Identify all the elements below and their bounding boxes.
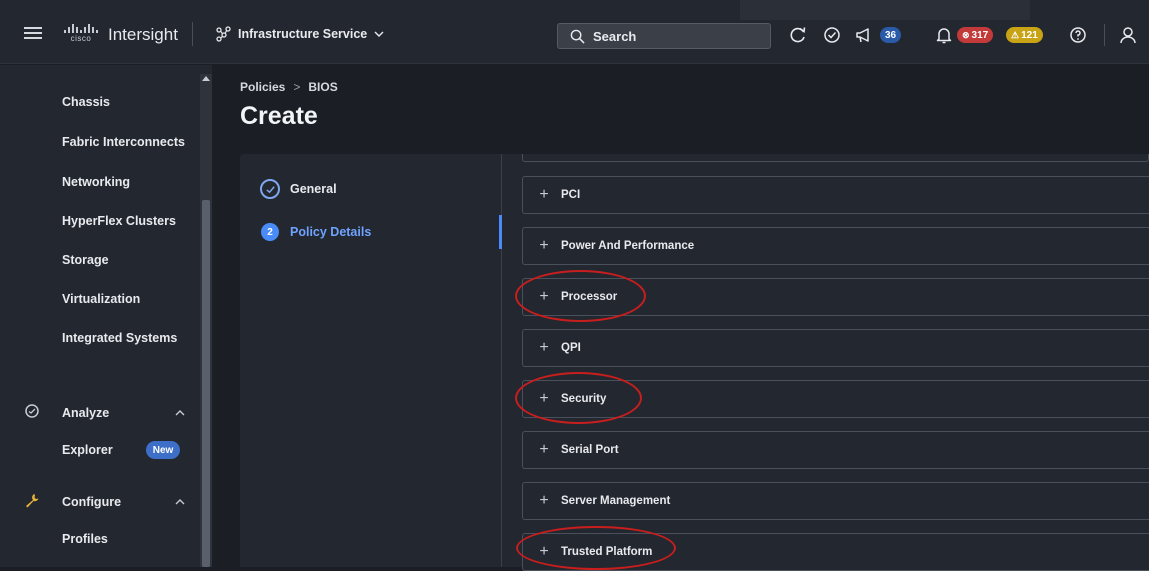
plus-icon: + (539, 288, 549, 305)
accordion-pci[interactable]: + PCI (522, 176, 1149, 214)
warning-icon: ⚠ (1011, 29, 1020, 40)
breadcrumb: Policies > BIOS (240, 80, 338, 94)
critical-alarms-badge[interactable]: ⊗ 317 (957, 27, 994, 43)
accordion-section-partial (522, 154, 1149, 162)
tasks-check-icon[interactable] (822, 25, 842, 45)
divider (1104, 24, 1105, 46)
accordion-server-management[interactable]: + Server Management (522, 482, 1149, 520)
accordion-label: Power And Performance (561, 240, 695, 252)
search-input[interactable]: Search (557, 23, 771, 49)
service-selector[interactable]: Infrastructure Service (216, 26, 385, 42)
breadcrumb-current: BIOS (308, 80, 338, 94)
plus-icon: + (539, 543, 549, 560)
plus-icon: + (539, 390, 549, 407)
accordion-processor[interactable]: + Processor (522, 278, 1149, 316)
scroll-thumb[interactable] (202, 200, 210, 567)
chevron-up-icon[interactable] (174, 496, 186, 508)
sidebar-item-virtualization[interactable]: Virtualization (62, 292, 140, 306)
sidebar-item-fabric-interconnects[interactable]: Fabric Interconnects (62, 135, 185, 149)
sidebar-item-explorer[interactable]: Explorer (62, 443, 113, 457)
breadcrumb-separator: > (293, 80, 301, 94)
bell-icon[interactable] (934, 25, 954, 45)
scroll-up-icon[interactable] (202, 76, 210, 81)
step-number: 2 (261, 223, 279, 241)
sidebar-item-integrated-systems[interactable]: Integrated Systems (62, 331, 177, 345)
critical-count: 317 (971, 29, 989, 41)
page-title: Create (240, 102, 318, 130)
accordion-serial-port[interactable]: + Serial Port (522, 431, 1149, 469)
brand-name: Intersight (108, 25, 178, 44)
new-badge: New (146, 441, 180, 459)
warning-count: 121 (1021, 29, 1038, 41)
help-icon[interactable] (1068, 25, 1088, 45)
plus-icon: + (539, 237, 549, 254)
accordion-qpi[interactable]: + QPI (522, 329, 1149, 367)
service-label: Infrastructure Service (238, 27, 368, 41)
sidebar-item-networking[interactable]: Networking (62, 175, 130, 189)
accordion-label: Serial Port (561, 444, 619, 456)
divider (192, 22, 193, 46)
step-general-label: General (290, 182, 337, 196)
step-general[interactable]: General (260, 179, 337, 199)
wrench-icon (26, 494, 39, 508)
chevron-up-icon[interactable] (174, 407, 186, 419)
sidebar-item-storage[interactable]: Storage (62, 253, 109, 267)
critical-icon: ⊗ (962, 29, 970, 40)
chevron-down-icon (374, 31, 384, 37)
plus-icon: + (539, 492, 549, 509)
refresh-icon[interactable] (788, 25, 808, 45)
cisco-logo: cisco (64, 24, 98, 44)
sidebar-section-configure[interactable]: Configure (62, 495, 121, 509)
active-step-marker (499, 215, 502, 249)
step-policy-details-label: Policy Details (290, 225, 372, 239)
plus-icon: + (539, 186, 549, 203)
accordion-trusted-platform[interactable]: + Trusted Platform (522, 533, 1149, 571)
plus-icon: + (539, 339, 549, 356)
service-icon (216, 26, 231, 42)
accordion-label: Security (561, 393, 607, 405)
sidebar-section-analyze[interactable]: Analyze (62, 406, 109, 420)
accordion-label: PCI (561, 189, 581, 201)
accordion-security[interactable]: + Security (522, 380, 1149, 418)
announcements-badge[interactable]: 36 (880, 27, 902, 43)
accordion-label: Processor (561, 291, 618, 303)
breadcrumb-policies[interactable]: Policies (240, 80, 285, 94)
accordion-label: Server Management (561, 495, 671, 507)
megaphone-icon[interactable] (854, 25, 874, 45)
top-bar: cisco Intersight Infrastructure Service … (0, 0, 1149, 64)
sidebar-item-profiles[interactable]: Profiles (62, 532, 108, 546)
sidebar-scrollbar[interactable] (200, 74, 212, 567)
accordion-label: QPI (561, 342, 581, 354)
check-circle-icon (260, 179, 280, 199)
search-icon (570, 29, 585, 44)
analyze-icon (25, 404, 39, 418)
accordion-label: Trusted Platform (561, 546, 653, 558)
warning-alarms-badge[interactable]: ⚠ 121 (1006, 27, 1043, 43)
user-icon[interactable] (1118, 25, 1138, 45)
search-placeholder: Search (593, 28, 637, 44)
plus-icon: + (539, 441, 549, 458)
sidebar-item-chassis[interactable]: Chassis (62, 95, 110, 109)
top-strip (740, 0, 1030, 20)
step-policy-details[interactable]: 2 Policy Details (260, 223, 371, 241)
menu-icon[interactable] (24, 27, 42, 39)
sidebar-item-hyperflex-clusters[interactable]: HyperFlex Clusters (62, 214, 176, 228)
accordion-power-and-performance[interactable]: + Power And Performance (522, 227, 1149, 265)
